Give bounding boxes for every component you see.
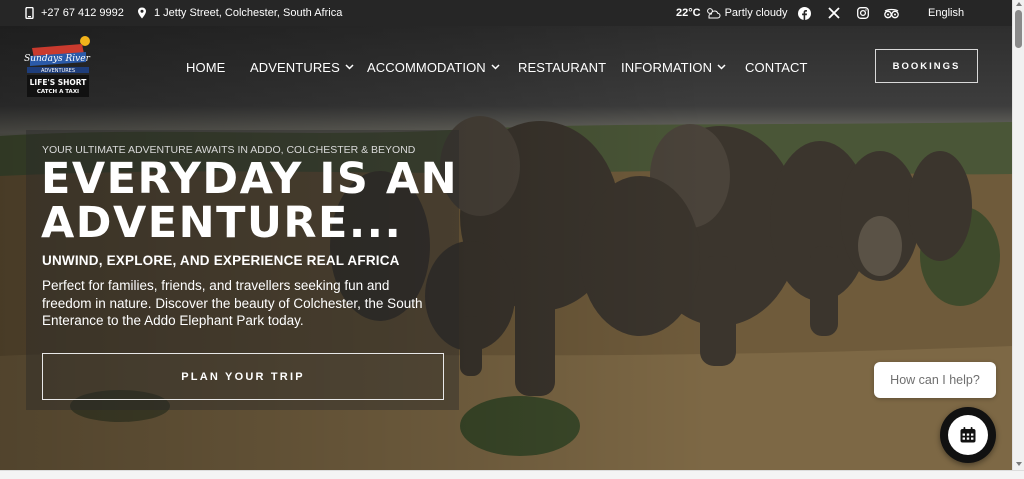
nav-contact-label[interactable]: CONTACT xyxy=(745,60,808,75)
tripadvisor-link[interactable] xyxy=(884,0,899,26)
chat-launcher-button[interactable] xyxy=(940,407,996,463)
hero-headline: EVERYDAY IS AN ADVENTURE... xyxy=(41,157,461,245)
top-info-bar: +27 67 412 9992 1 Jetty Street, Colchest… xyxy=(0,0,1012,26)
nav-contact[interactable]: CONTACT xyxy=(745,57,808,77)
temperature: 22°C xyxy=(676,7,701,19)
chevron-down-icon xyxy=(717,64,726,70)
scroll-up-arrow-icon[interactable] xyxy=(1016,2,1022,6)
chat-prompt-bubble[interactable]: How can I help? xyxy=(874,362,996,398)
nav-information[interactable]: INFORMATION xyxy=(621,57,726,77)
instagram-link[interactable] xyxy=(857,0,869,26)
tripadvisor-icon xyxy=(884,8,899,18)
phone-contact[interactable]: +27 67 412 9992 xyxy=(25,0,124,26)
nav-restaurant[interactable]: RESTAURANT xyxy=(518,57,606,77)
facebook-link[interactable] xyxy=(798,0,811,26)
phone-icon xyxy=(25,7,34,19)
nav-accommodation[interactable]: ACCOMMODATION xyxy=(367,57,500,77)
nav-home-label[interactable]: HOME xyxy=(186,60,225,75)
logo-line4: CATCH A TAXI xyxy=(37,89,79,95)
site-logo[interactable]: Sundays River ADVENTURES LIFE'S SHORT CA… xyxy=(24,34,92,100)
calendar-icon xyxy=(960,427,976,443)
scroll-down-arrow-icon[interactable] xyxy=(1016,462,1022,466)
chat-launcher-inner xyxy=(948,415,988,455)
hero-subhead: UNWIND, EXPLORE, AND EXPERIENCE REAL AFR… xyxy=(42,253,400,268)
plan-your-trip-button[interactable]: PLAN YOUR TRIP xyxy=(42,353,444,400)
chevron-down-icon xyxy=(491,64,500,70)
logo-line2: ADVENTURES xyxy=(41,68,75,74)
nav-home[interactable]: HOME xyxy=(186,57,225,77)
address-text[interactable]: 1 Jetty Street, Colchester, South Africa xyxy=(154,7,342,19)
page-scrollbar[interactable] xyxy=(1012,0,1024,470)
hero-headline-line2: ADVENTURE... xyxy=(41,198,403,248)
nav-restaurant-label[interactable]: RESTAURANT xyxy=(518,60,606,75)
logo-line1: Sundays River xyxy=(24,54,91,64)
weather-condition: Partly cloudy xyxy=(724,7,788,19)
partly-cloudy-icon xyxy=(706,8,721,19)
page-bottom-edge xyxy=(0,470,1024,479)
hero-headline-line1: EVERYDAY IS AN xyxy=(41,154,459,204)
scrollbar-thumb[interactable] xyxy=(1015,10,1022,48)
facebook-icon xyxy=(798,6,811,20)
hero-description: Perfect for families, friends, and trave… xyxy=(42,278,423,328)
weather-widget: 22°C Partly cloudy xyxy=(676,0,788,26)
nav-accommodation-label[interactable]: ACCOMMODATION xyxy=(367,60,486,75)
nav-information-label[interactable]: INFORMATION xyxy=(621,60,712,75)
x-link[interactable] xyxy=(828,0,840,26)
phone-number[interactable]: +27 67 412 9992 xyxy=(41,7,124,19)
logo-line3: LIFE'S SHORT xyxy=(30,78,88,87)
chevron-down-icon xyxy=(345,64,354,70)
address-contact[interactable]: 1 Jetty Street, Colchester, South Africa xyxy=(137,0,342,26)
nav-adventures-label[interactable]: ADVENTURES xyxy=(250,60,340,75)
x-icon xyxy=(828,7,840,19)
bookings-button[interactable]: BOOKINGS xyxy=(875,49,978,83)
instagram-icon xyxy=(857,7,869,19)
nav-adventures[interactable]: ADVENTURES xyxy=(250,57,354,77)
language-selector[interactable]: English xyxy=(928,0,964,26)
location-pin-icon xyxy=(138,7,146,19)
language-label[interactable]: English xyxy=(928,7,964,19)
